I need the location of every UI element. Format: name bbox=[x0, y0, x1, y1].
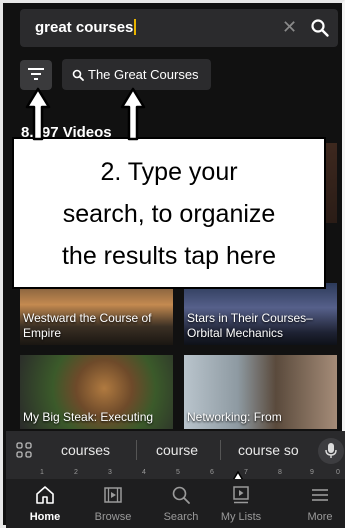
app-screen: great courses ✕ The Great Courses 8,197 … bbox=[0, 0, 345, 528]
text-caret bbox=[134, 19, 136, 35]
keyboard-number-row: 1 2 3 4 5 6 7 8 9 0 bbox=[6, 469, 345, 479]
chip-label: The Great Courses bbox=[88, 67, 199, 82]
search-filter-chip[interactable]: The Great Courses bbox=[62, 59, 211, 90]
nav-item-more[interactable]: More bbox=[292, 479, 345, 528]
play-list-icon bbox=[233, 486, 249, 504]
tutorial-callout: 2. Type your search, to organize the res… bbox=[12, 137, 326, 289]
pointer-arrow-icon bbox=[120, 87, 146, 141]
nav-item-browse[interactable]: Browse bbox=[85, 479, 141, 528]
film-icon bbox=[104, 487, 122, 503]
microphone-icon bbox=[325, 443, 337, 458]
divider bbox=[136, 440, 137, 460]
filter-button[interactable] bbox=[20, 60, 52, 90]
search-icon bbox=[72, 69, 84, 81]
keyboard-suggestion[interactable]: course bbox=[156, 442, 198, 458]
pointer-arrow-icon bbox=[25, 87, 51, 141]
bottom-navigation: Home Browse Search My Lists More bbox=[6, 479, 345, 528]
filter-icon bbox=[28, 68, 44, 80]
video-card[interactable]: My Big Steak: Executing bbox=[20, 355, 173, 429]
keyboard-suggestion-bar: courses course course so bbox=[6, 431, 345, 469]
close-icon[interactable]: ✕ bbox=[282, 17, 297, 38]
keyboard-suggestion[interactable]: courses bbox=[61, 442, 110, 458]
search-bar[interactable]: great courses ✕ bbox=[20, 9, 338, 47]
divider bbox=[220, 440, 221, 460]
video-card[interactable]: Westward the Course of Empire bbox=[20, 283, 173, 345]
menu-icon bbox=[312, 489, 328, 501]
nav-item-search[interactable]: Search bbox=[153, 479, 209, 528]
mic-button[interactable] bbox=[318, 438, 344, 464]
nav-item-my-lists[interactable]: My Lists bbox=[213, 479, 269, 528]
video-card[interactable]: Stars in Their Courses– Orbital Mechanic… bbox=[184, 283, 337, 345]
search-icon bbox=[172, 486, 190, 504]
keyboard-suggestion[interactable]: course so bbox=[238, 442, 299, 458]
grid-icon[interactable] bbox=[16, 442, 32, 458]
search-input[interactable]: great courses bbox=[35, 19, 136, 36]
video-card[interactable]: Networking: From bbox=[184, 355, 337, 429]
home-icon bbox=[36, 486, 54, 504]
nav-item-home[interactable]: Home bbox=[17, 479, 73, 528]
search-icon[interactable] bbox=[310, 18, 330, 38]
